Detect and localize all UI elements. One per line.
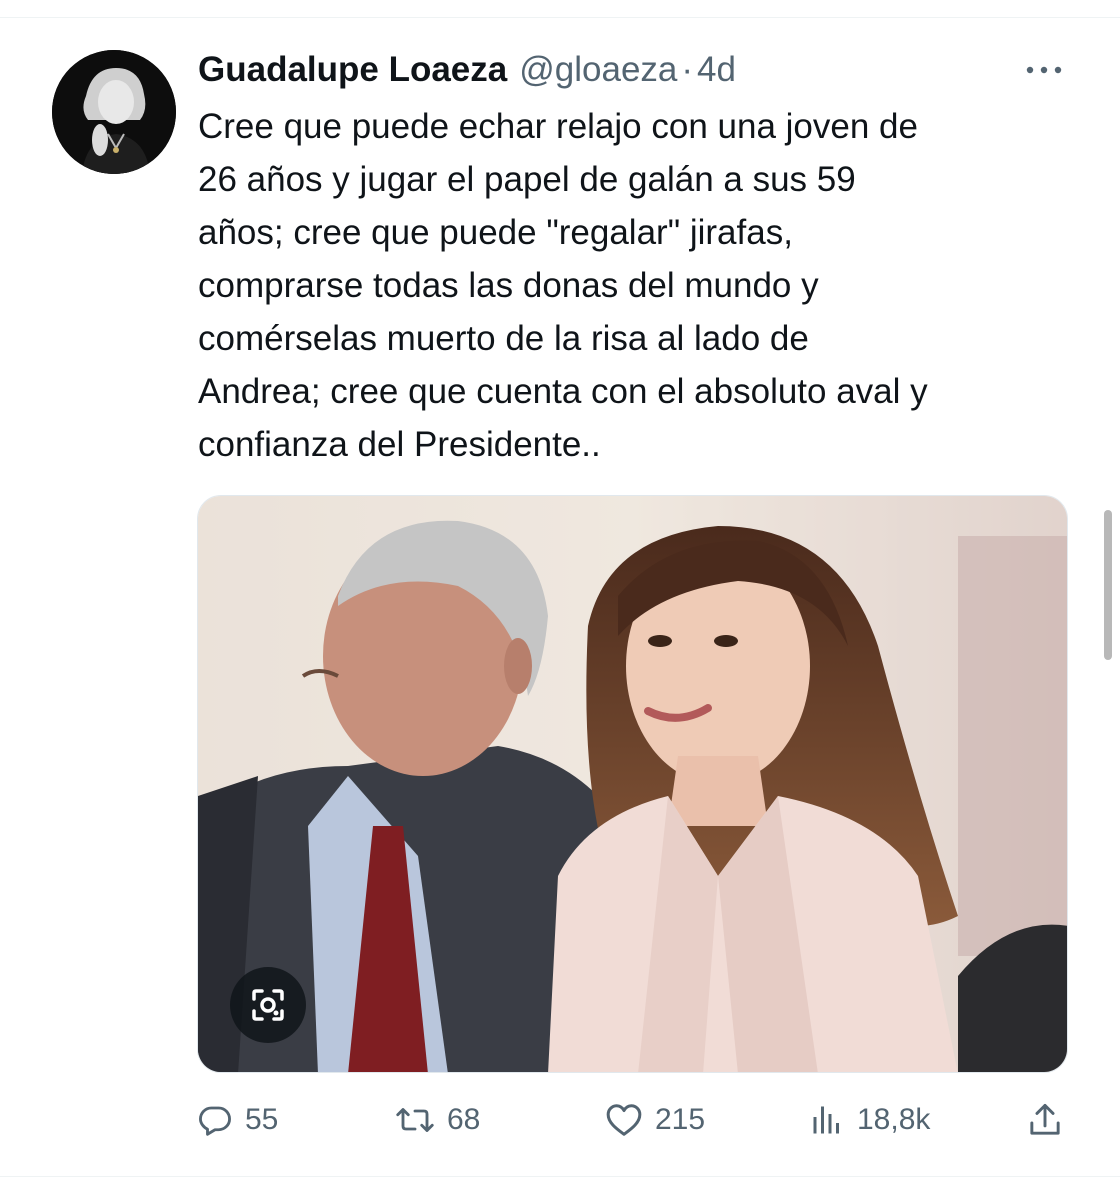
views-button[interactable]: 18,8k: [809, 1092, 930, 1148]
lens-icon: [252, 989, 284, 1021]
tweet-text-line: confianza del Presidente..: [198, 425, 601, 464]
more-horizontal-icon: [1026, 66, 1062, 74]
like-button[interactable]: 215: [605, 1092, 705, 1148]
lens-button[interactable]: [230, 967, 306, 1043]
tweet-text-line: comérselas muerto de la risa al lado de: [198, 319, 809, 358]
avatar-image: [52, 50, 176, 174]
heart-icon: [606, 1104, 642, 1136]
more-button[interactable]: [1022, 58, 1066, 82]
like-count: 215: [655, 1103, 706, 1136]
author-name[interactable]: Guadalupe Loaeza: [198, 50, 507, 90]
top-divider: [0, 17, 1120, 18]
tweet-text-line: comprarse todas las donas del mundo y: [198, 266, 819, 305]
views-icon: [813, 1106, 839, 1134]
retweet-icon: [396, 1108, 434, 1132]
tweet-text-line: Cree que puede echar relajo con una jove…: [198, 107, 918, 146]
tweet-text-line: años; cree que puede "regalar" jirafas,: [198, 213, 793, 252]
scrollbar[interactable]: [1104, 510, 1112, 660]
separator: ·: [681, 50, 694, 89]
tweet-text-line: 26 años y jugar el papel de galán a sus …: [198, 160, 856, 199]
author-handle[interactable]: @gloaeza: [519, 50, 677, 90]
share-icon: [1030, 1103, 1060, 1135]
action-bar: 55 68 215 18,8k: [197, 1092, 1077, 1148]
tweet-text-line: Andrea; cree que cuenta con el absoluto …: [198, 372, 928, 411]
tweet-text: Cree que puede echar relajo con una jove…: [198, 100, 1078, 471]
reply-count: 55: [245, 1103, 279, 1136]
tweet-photo[interactable]: [197, 495, 1068, 1073]
retweet-count: 68: [447, 1103, 481, 1136]
views-count: 18,8k: [857, 1103, 931, 1136]
reply-button[interactable]: 55: [197, 1092, 278, 1148]
share-button[interactable]: [1027, 1092, 1063, 1148]
avatar[interactable]: [52, 50, 176, 174]
retweet-button[interactable]: 68: [395, 1092, 480, 1148]
tweet-header: Guadalupe Loaeza @gloaeza · 4d: [198, 46, 736, 94]
bottom-divider: [0, 1176, 1120, 1177]
photo-image: [198, 496, 1067, 1072]
reply-icon: [199, 1106, 231, 1136]
timestamp[interactable]: 4d: [697, 50, 736, 90]
